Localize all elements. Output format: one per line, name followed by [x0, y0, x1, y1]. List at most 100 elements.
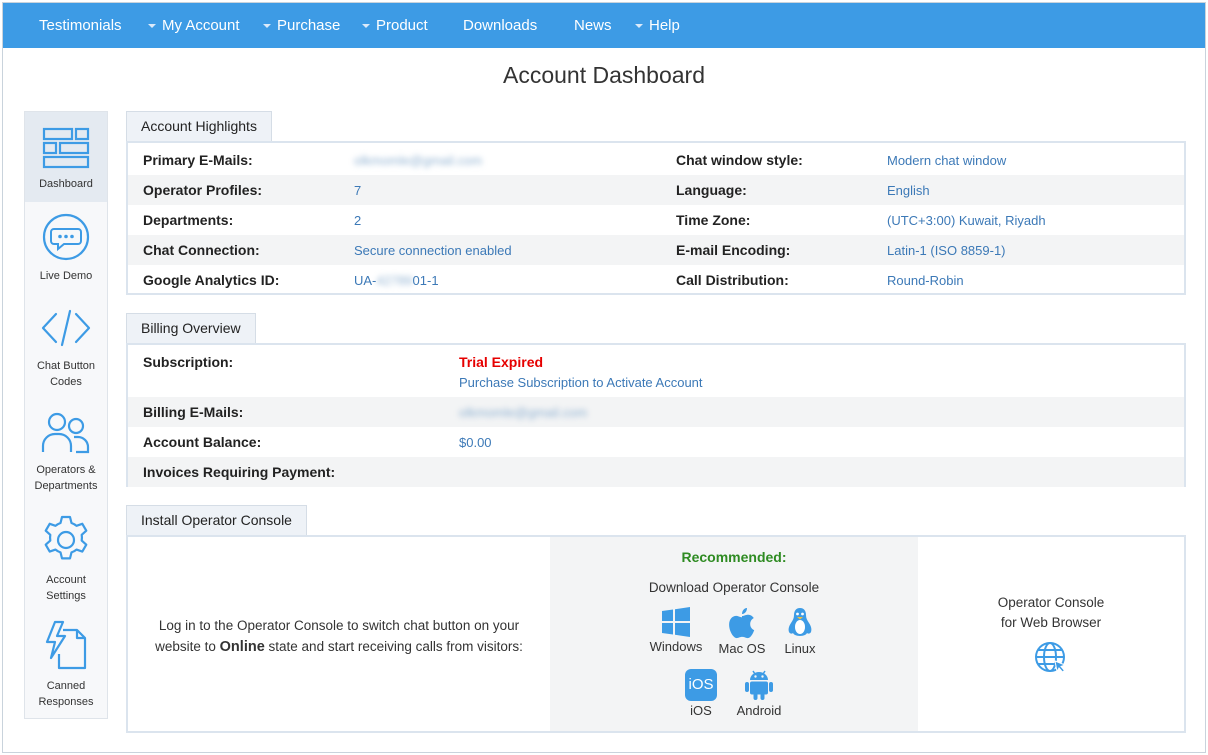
- account-balance-value: $0.00: [459, 435, 492, 450]
- field-label: Subscription:: [143, 354, 234, 370]
- install-text-line1: Log in to the Operator Console to switch…: [158, 618, 520, 633]
- field-label: Account Balance:: [143, 434, 262, 450]
- nav-news[interactable]: News: [574, 3, 612, 48]
- web-console-label: Operator Console for Web Browser: [918, 593, 1184, 633]
- nav-label: Testimonials: [39, 17, 122, 34]
- web-console-line2: for Web Browser: [1000, 615, 1102, 630]
- table-row: Google Analytics ID: UA-4278901-1 Call D…: [128, 265, 1184, 295]
- field-label: Call Distribution:: [676, 272, 789, 288]
- field-label: Google Analytics ID:: [143, 272, 280, 288]
- recommended-label: Recommended:: [681, 549, 787, 565]
- download-title: Download Operator Console: [648, 580, 820, 595]
- nav-testimonials[interactable]: Testimonials: [39, 3, 122, 48]
- sidebar-item-account-settings[interactable]: Account Settings: [25, 514, 107, 606]
- dashboard-icon: [42, 127, 90, 169]
- gear-icon: [44, 515, 88, 560]
- install-description: Log in to the Operator Console to switch…: [128, 615, 550, 658]
- nav-label: Downloads: [463, 17, 538, 34]
- field-label: Billing E-Mails:: [143, 404, 244, 420]
- field-label: Time Zone:: [676, 212, 751, 228]
- install-text-part: website to: [155, 639, 220, 654]
- field-label: Language:: [676, 182, 747, 198]
- field-label: Departments:: [143, 212, 234, 228]
- field-value: Modern chat window: [887, 153, 1007, 168]
- chat-bubble-icon: [42, 213, 90, 261]
- sidebar-item-dashboard[interactable]: Dashboard: [25, 112, 107, 202]
- download-android[interactable]: Android: [724, 669, 794, 718]
- download-section: Recommended: Download Operator Console W…: [550, 537, 918, 731]
- purchase-subscription-link[interactable]: Purchase Subscription to Activate Accoun…: [459, 375, 703, 390]
- sidebar: Dashboard Live Demo Chat Button Codes Op…: [24, 111, 108, 719]
- field-label: Operator Profiles:: [143, 182, 263, 198]
- billing-emails-value: olkmomle@gmail.com: [459, 405, 588, 420]
- field-label: Invoices Requiring Payment:: [143, 464, 336, 480]
- field-value: 7: [354, 183, 362, 198]
- install-text-part: state and start receiving calls from vis…: [264, 639, 523, 654]
- sidebar-item-live-demo[interactable]: Live Demo: [25, 212, 107, 296]
- field-value: 2: [354, 213, 362, 228]
- nav-downloads[interactable]: Downloads: [463, 3, 537, 48]
- top-nav: Testimonials My Account Purchase Product…: [3, 3, 1205, 48]
- field-value: Latin-1 (ISO 8859-1): [887, 243, 1006, 258]
- analytics-id-prefix: UA-: [354, 273, 377, 288]
- platform-label: iOS: [690, 703, 712, 718]
- download-linux[interactable]: Linux: [765, 607, 835, 656]
- linux-icon: [788, 608, 812, 636]
- table-row: Account Balance: $0.00: [128, 427, 1184, 457]
- install-instructions: Log in to the Operator Console to switch…: [128, 537, 550, 731]
- account-highlights-panel: Primary E-Mails: olkmomle@gmail.com Chat…: [126, 141, 1186, 295]
- platform-label: Android: [736, 703, 782, 718]
- table-row: Primary E-Mails: olkmomle@gmail.com Chat…: [128, 145, 1184, 175]
- nav-my-account[interactable]: My Account: [148, 3, 240, 48]
- table-row: Chat Connection: Secure connection enabl…: [128, 235, 1184, 265]
- nav-label: My Account: [162, 17, 240, 34]
- analytics-id-value: UA-4278901-1: [354, 273, 439, 288]
- field-label: Chat window style:: [676, 152, 803, 168]
- caret-down-icon: [263, 23, 271, 28]
- sidebar-item-operators-departments[interactable]: Operators & Departments: [25, 410, 107, 502]
- nav-purchase[interactable]: Purchase: [263, 3, 340, 48]
- code-icon: [41, 309, 91, 347]
- table-row: Operator Profiles: 7 Language: English: [128, 175, 1184, 205]
- sidebar-item-canned-responses[interactable]: Canned Responses: [25, 620, 107, 712]
- field-value: (UTC+3:00) Kuwait, Riyadh: [887, 213, 1046, 228]
- field-value: Secure connection enabled: [354, 243, 512, 258]
- web-console-section[interactable]: Operator Console for Web Browser: [918, 537, 1184, 731]
- sidebar-item-chat-button-codes[interactable]: Chat Button Codes: [25, 308, 107, 398]
- platform-label: Linux: [784, 641, 816, 656]
- download-windows[interactable]: Windows: [641, 607, 711, 654]
- primary-emails-value: olkmomle@gmail.com: [354, 153, 483, 168]
- install-console-panel: Log in to the Operator Console to switch…: [126, 535, 1186, 733]
- globe-icon[interactable]: [1034, 641, 1068, 675]
- lightning-doc-icon: [45, 620, 87, 670]
- sidebar-item-label: Operators & Departments: [34, 464, 98, 492]
- install-text-line2: website to Online state and start receiv…: [128, 636, 550, 658]
- nav-product[interactable]: Product: [362, 3, 428, 48]
- sidebar-item-label: Account Settings: [46, 574, 86, 602]
- nav-help[interactable]: Help: [635, 3, 680, 48]
- billing-overview-panel: Subscription: Trial Expired Purchase Sub…: [126, 343, 1186, 487]
- users-icon: [41, 412, 90, 454]
- field-value: Round-Robin: [887, 273, 964, 288]
- online-word: Online: [219, 639, 265, 655]
- sidebar-item-label: Dashboard: [39, 178, 93, 190]
- platform-label: Windows: [649, 639, 703, 654]
- caret-down-icon: [635, 23, 643, 28]
- subscription-status: Trial Expired: [459, 354, 544, 370]
- nav-label: Help: [649, 17, 680, 34]
- android-icon: [745, 670, 773, 700]
- field-label: Chat Connection:: [143, 242, 260, 258]
- sidebar-item-label: Chat Button Codes: [36, 360, 96, 388]
- field-value: English: [887, 183, 930, 198]
- caret-down-icon: [362, 23, 370, 28]
- table-row: Invoices Requiring Payment:: [128, 457, 1184, 487]
- table-row: Departments: 2 Time Zone: (UTC+3:00) Kuw…: [128, 205, 1184, 235]
- sidebar-item-label: Live Demo: [39, 270, 93, 282]
- table-row: Subscription: Trial Expired Purchase Sub…: [128, 347, 1184, 397]
- apple-icon: [729, 608, 755, 639]
- nav-label: Product: [376, 17, 428, 34]
- web-console-line1: Operator Console: [997, 595, 1105, 610]
- caret-down-icon: [148, 23, 156, 28]
- table-row: Billing E-Mails: olkmomle@gmail.com: [128, 397, 1184, 427]
- field-label: E-mail Encoding:: [676, 242, 791, 258]
